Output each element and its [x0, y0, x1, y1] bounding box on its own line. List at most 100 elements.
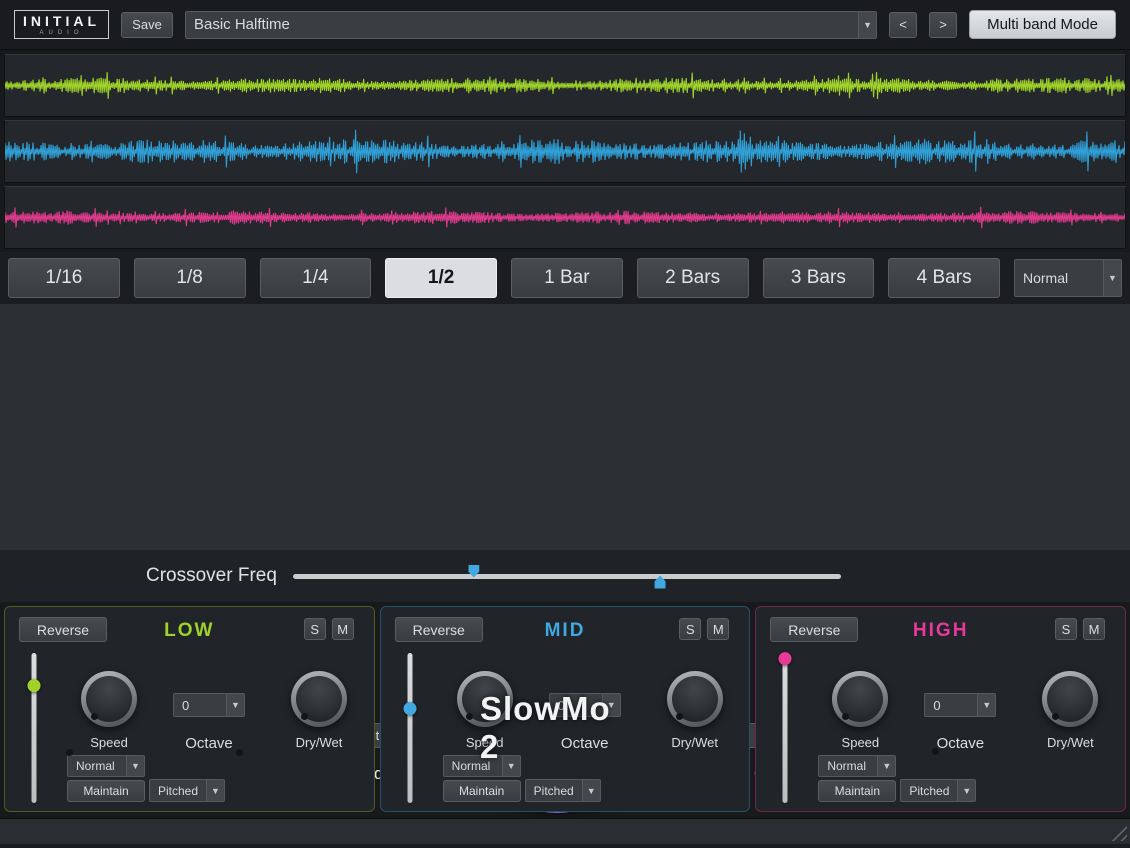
octave-value: 0 — [925, 698, 977, 713]
plugin-title: SlowMo 2 — [480, 690, 634, 766]
solo-button[interactable]: S — [679, 618, 701, 640]
waveform-high-svg — [5, 187, 1125, 248]
band-dry-wet-label: Dry/Wet — [1032, 735, 1108, 750]
chevron-down-icon: ▼ — [1103, 260, 1121, 296]
waveform-high — [4, 186, 1126, 249]
band-dry-wet-knob[interactable] — [667, 671, 723, 727]
pitch-mode-dropdown[interactable]: Pitched ▼ — [149, 779, 225, 802]
chevron-down-icon: ▼ — [582, 780, 600, 801]
knob-indicator — [466, 713, 473, 720]
slider-track — [407, 653, 412, 803]
band-mode-value: Normal — [68, 759, 126, 773]
division-button-4-bars[interactable]: 4 Bars — [888, 258, 1000, 298]
knob-indicator — [236, 749, 243, 756]
crossover-handle-low[interactable] — [468, 565, 479, 578]
band-level-slider[interactable] — [401, 653, 419, 803]
octave-dropdown[interactable]: 0 ▼ — [173, 693, 245, 717]
octave-dropdown[interactable]: 0 ▼ — [924, 693, 996, 717]
waveform-low — [4, 54, 1126, 117]
pitch-mode-value: Pitched — [901, 784, 957, 798]
band-mode-value: Normal — [819, 759, 877, 773]
division-button-1-4[interactable]: 1/4 — [260, 258, 372, 298]
mute-button[interactable]: M — [707, 618, 729, 640]
band-level-slider[interactable] — [776, 653, 794, 803]
crossover-freq-label: Crossover Freq — [146, 565, 277, 587]
knob-indicator — [301, 713, 308, 720]
maintain-button[interactable]: Maintain — [67, 780, 145, 802]
crossover-handle-high[interactable] — [655, 576, 666, 589]
initial-audio-logo: INITIAL AUDIO — [14, 10, 109, 39]
solo-button[interactable]: S — [1055, 618, 1077, 640]
solo-button[interactable]: S — [304, 618, 326, 640]
band-mode-dropdown[interactable]: Normal ▼ — [67, 755, 145, 777]
top-bar: INITIAL AUDIO Save Basic Halftime ▼ < > … — [0, 0, 1130, 50]
division-button-1-bar[interactable]: 1 Bar — [511, 258, 623, 298]
octave-label: Octave — [914, 735, 1006, 752]
chevron-down-icon: ▼ — [206, 780, 224, 801]
band-panel-high: Reverse HIGH S M Speed 0 ▼ Octave Dry/We… — [755, 606, 1126, 812]
octave-value: 0 — [174, 698, 226, 713]
mute-button[interactable]: M — [332, 618, 354, 640]
division-button-1-16[interactable]: 1/16 — [8, 258, 120, 298]
chevron-down-icon: ▼ — [858, 12, 876, 38]
save-button[interactable]: Save — [121, 12, 173, 38]
chevron-down-icon: ▼ — [877, 756, 895, 776]
pitch-mode-value: Pitched — [526, 784, 582, 798]
note-division-bar: 1/16 1/8 1/4 1/2 1 Bar 2 Bars 3 Bars 4 B… — [0, 252, 1130, 304]
knob-indicator — [842, 713, 849, 720]
main-control-panel: Smooth Blend Fast ▼ Fade In SlowMo 2 Fas… — [0, 304, 1130, 550]
band-mode-dropdown[interactable]: Normal ▼ — [818, 755, 896, 777]
preset-prev-button[interactable]: < — [889, 12, 917, 38]
band-dry-wet-knob[interactable] — [1042, 671, 1098, 727]
waveform-mid-svg — [5, 121, 1125, 182]
maintain-button[interactable]: Maintain — [818, 780, 896, 802]
waveform-low-svg — [5, 55, 1125, 116]
slider-handle[interactable] — [28, 679, 41, 692]
speed-knob[interactable] — [832, 671, 888, 727]
multi-band-mode-button[interactable]: Multi band Mode — [969, 10, 1116, 39]
slider-handle[interactable] — [403, 702, 416, 715]
band-dry-wet-label: Dry/Wet — [281, 735, 357, 750]
resize-grip[interactable] — [1108, 822, 1127, 841]
slider-track — [783, 653, 788, 803]
preset-dropdown[interactable]: Basic Halftime ▼ — [185, 11, 877, 39]
knob-indicator — [932, 748, 939, 755]
crossover-section: Crossover Freq — [0, 550, 1130, 602]
status-bar — [0, 818, 1130, 844]
band-dry-wet-knob[interactable] — [291, 671, 347, 727]
crossover-slider[interactable] — [293, 574, 841, 579]
chevron-down-icon: ▼ — [126, 756, 144, 776]
mute-button[interactable]: M — [1083, 618, 1105, 640]
logo-sub-text: AUDIO — [23, 30, 100, 36]
division-button-1-2[interactable]: 1/2 — [385, 258, 497, 298]
pitch-mode-dropdown[interactable]: Pitched ▼ — [900, 779, 976, 802]
chevron-down-icon: ▼ — [957, 780, 975, 801]
maintain-button[interactable]: Maintain — [443, 780, 521, 802]
pitch-mode-value: Pitched — [150, 784, 206, 798]
division-button-3-bars[interactable]: 3 Bars — [763, 258, 875, 298]
knob-indicator — [676, 713, 683, 720]
speed-label: Speed — [79, 735, 139, 750]
division-button-2-bars[interactable]: 2 Bars — [637, 258, 749, 298]
trigger-mode-value: Normal — [1015, 270, 1103, 286]
pitch-mode-dropdown[interactable]: Pitched ▼ — [525, 779, 601, 802]
slider-handle[interactable] — [779, 652, 792, 665]
slider-track — [32, 653, 37, 803]
division-button-1-8[interactable]: 1/8 — [134, 258, 246, 298]
logo-main-text: INITIAL — [23, 14, 100, 28]
band-level-slider[interactable] — [25, 653, 43, 803]
knob-indicator — [66, 749, 73, 756]
chevron-down-icon: ▼ — [226, 694, 244, 716]
knob-indicator — [91, 713, 98, 720]
chevron-down-icon: ▼ — [977, 694, 995, 716]
preset-next-button[interactable]: > — [929, 12, 957, 38]
waveform-mid — [4, 120, 1126, 183]
speed-label: Speed — [830, 735, 890, 750]
band-panel-low: Reverse LOW S M Speed 0 ▼ Octave Dry/Wet… — [4, 606, 375, 812]
preset-value: Basic Halftime — [186, 16, 858, 33]
trigger-mode-dropdown[interactable]: Normal ▼ — [1014, 259, 1122, 297]
speed-knob[interactable] — [81, 671, 137, 727]
waveform-display — [0, 50, 1130, 252]
knob-indicator — [1052, 713, 1059, 720]
band-dry-wet-label: Dry/Wet — [657, 735, 733, 750]
